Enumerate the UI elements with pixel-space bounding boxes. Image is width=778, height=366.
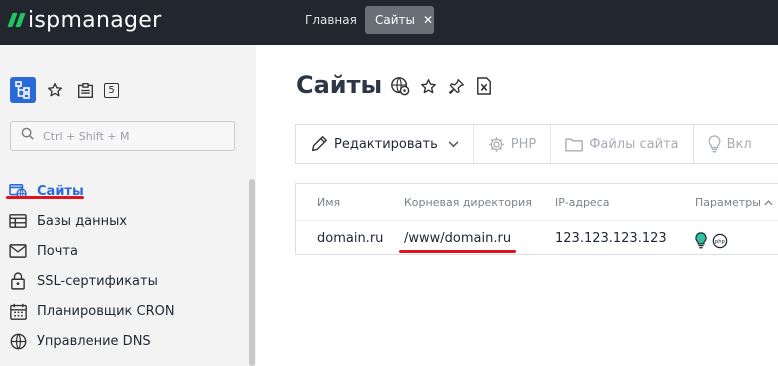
search-icon (21, 127, 35, 145)
chevron-up-icon (764, 199, 773, 206)
sidebar-item-databases[interactable]: Базы данных (0, 206, 250, 236)
sidebar-item-mail[interactable]: Почта (0, 236, 250, 266)
sidebar: 5 Сайты Базы данных Почта (0, 45, 256, 366)
column-header-root[interactable]: Корневая директория (404, 196, 532, 209)
close-icon[interactable]: ✕ (423, 13, 433, 27)
cell-name: domain.ru (317, 231, 384, 246)
tab-home-label: Главная (305, 13, 357, 27)
calendar-icon (9, 302, 27, 320)
logo-text: ispmanager (28, 7, 162, 33)
enable-button[interactable]: Вкл (694, 125, 766, 163)
chevron-down-icon (448, 140, 459, 148)
sidebar-item-dns[interactable]: Управление DNS (0, 326, 250, 356)
edit-button-label: Редактировать (334, 136, 438, 152)
bulb-icon (708, 135, 721, 153)
php-icon: php (712, 233, 728, 249)
page-title: Сайты (296, 71, 383, 99)
star-icon[interactable] (44, 79, 66, 101)
globe-settings-icon[interactable] (390, 76, 410, 96)
excel-icon[interactable] (474, 76, 494, 96)
folder-icon (565, 137, 584, 152)
clipboard-icon[interactable] (74, 79, 96, 101)
cell-root: /www/domain.ru (404, 231, 512, 246)
lock-icon (9, 272, 27, 290)
globe-icon (9, 332, 27, 350)
cell-ip: 123.123.123.123 (555, 231, 667, 246)
sidebar-item-label: SSL-сертификаты (37, 273, 158, 289)
sidebar-scrollbar[interactable] (249, 179, 255, 366)
site-files-button[interactable]: Файлы сайта (551, 125, 694, 163)
php-button-label: PHP (510, 136, 537, 152)
toolbar: Редактировать PHP Файлы сайта Вкл (295, 124, 778, 164)
sidebar-item-sites[interactable]: Сайты (0, 176, 250, 206)
sidebar-item-label: Почта (37, 243, 78, 259)
column-header-ip[interactable]: IP-адреса (555, 196, 610, 209)
tree-icon[interactable] (10, 77, 36, 103)
search-input[interactable] (43, 129, 223, 143)
star-icon[interactable] (418, 76, 438, 96)
tab-sites[interactable]: Сайты ✕ (365, 6, 434, 34)
header-divider (296, 220, 778, 221)
title-icons (390, 76, 494, 96)
sidebar-item-label: Управление DNS (37, 333, 151, 349)
mail-icon (9, 242, 27, 260)
logo-mark-icon (7, 13, 26, 27)
cell-params: php (695, 232, 728, 249)
pencil-icon (310, 135, 328, 153)
red-underline-annotation (6, 196, 84, 199)
site-files-button-label: Файлы сайта (589, 136, 679, 152)
tab-home[interactable]: Главная (295, 6, 367, 34)
column-header-params[interactable]: Параметры (695, 196, 773, 209)
top-bar: ispmanager Главная Сайты ✕ (0, 0, 778, 45)
column-header-name[interactable]: Имя (317, 196, 340, 209)
pin-icon[interactable] (446, 76, 466, 96)
tab-sites-label: Сайты (375, 13, 415, 27)
enable-button-label: Вкл (726, 136, 752, 152)
column-header-params-label: Параметры (695, 196, 761, 209)
bulb-icon (695, 232, 707, 249)
gear-icon (488, 136, 505, 153)
database-icon (9, 212, 27, 230)
search-box[interactable] (10, 121, 235, 151)
sites-table: Имя Корневая директория IP-адреса Параме… (295, 183, 778, 255)
sidebar-item-label: Базы данных (37, 213, 128, 229)
red-underline-annotation (399, 250, 516, 253)
sidebar-top-icons: 5 (10, 77, 119, 103)
edit-button[interactable]: Редактировать (296, 125, 474, 163)
app-logo[interactable]: ispmanager (7, 6, 162, 34)
sidebar-item-label: Планировщик CRON (37, 303, 175, 319)
php-button[interactable]: PHP (474, 125, 552, 163)
sidebar-item-ssl[interactable]: SSL-сертификаты (0, 266, 250, 296)
svg-text:php: php (715, 239, 726, 245)
sidebar-item-cron[interactable]: Планировщик CRON (0, 296, 250, 326)
notifications-badge[interactable]: 5 (104, 82, 119, 98)
sidebar-nav: Сайты Базы данных Почта SSL-сертификаты … (0, 176, 250, 356)
